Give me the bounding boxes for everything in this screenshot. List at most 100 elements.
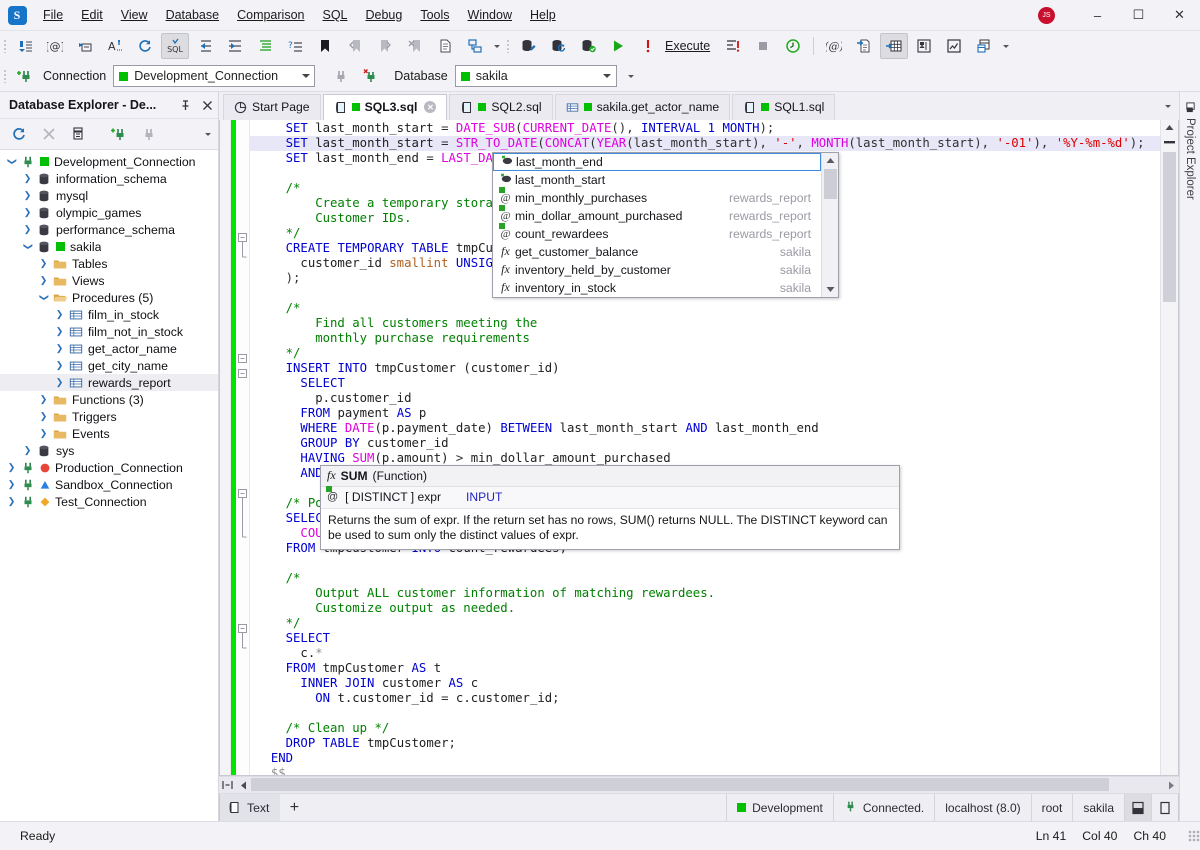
stop-icon[interactable] <box>749 33 777 59</box>
code-line[interactable]: Customize output as needed. <box>250 601 1160 616</box>
menu-item-debug[interactable]: Debug <box>357 5 412 25</box>
refresh-icon[interactable] <box>4 121 34 147</box>
results-settings-icon[interactable] <box>910 33 938 59</box>
at-variable-icon[interactable]: [@] <box>41 33 69 59</box>
tab-list-chevron-icon[interactable] <box>1161 99 1175 115</box>
autocomplete-item[interactable]: last_month_start <box>493 171 821 189</box>
tree-item[interactable]: ❯ sys <box>0 442 218 459</box>
tree-item[interactable]: ❯ Views <box>0 272 218 289</box>
tree-item[interactable]: ❯ performance_schema <box>0 221 218 238</box>
status-database[interactable]: sakila <box>1072 794 1124 821</box>
toolbar-overflow-chevron-icon[interactable] <box>490 34 503 58</box>
status-connection-name[interactable]: Development <box>726 794 833 821</box>
tree-item[interactable]: ❯ mysql <box>0 187 218 204</box>
menu-item-comparison[interactable]: Comparison <box>228 5 313 25</box>
chevron-right-icon[interactable]: ❯ <box>36 408 51 425</box>
connection-toolbar-overflow-icon[interactable] <box>625 64 638 88</box>
autocomplete-scroll-up-icon[interactable] <box>822 153 838 168</box>
code-line[interactable]: DROP TABLE tmpCustomer; <box>250 736 1160 751</box>
hscroll-thumb[interactable] <box>251 778 1109 791</box>
menu-item-database[interactable]: Database <box>157 5 229 25</box>
tree-item[interactable]: ❯ Tables <box>0 255 218 272</box>
new-connection-icon[interactable] <box>104 121 134 147</box>
validate-sql-icon[interactable]: SQL <box>161 33 189 59</box>
explorer-overflow-chevron-icon[interactable] <box>198 121 218 147</box>
database-check-icon[interactable] <box>574 33 602 59</box>
code-line[interactable]: GROUP BY customer_id <box>250 436 1160 451</box>
code-line[interactable]: WHERE DATE(p.payment_date) BETWEEN last_… <box>250 421 1160 436</box>
database-tree[interactable]: ❯ Development_Connection ❯ information_sche… <box>0 150 218 821</box>
connection-chevron-down-icon[interactable] <box>297 67 314 85</box>
menu-item-edit[interactable]: Edit <box>72 5 112 25</box>
chevron-right-icon[interactable]: ❯ <box>36 391 51 408</box>
code-line[interactable] <box>250 556 1160 571</box>
editor-tab[interactable]: Start Page <box>223 93 321 120</box>
autocomplete-item[interactable]: @ count_rewardees rewards_report <box>493 222 821 243</box>
split-horizontal-icon[interactable] <box>1124 794 1151 821</box>
new-connection-icon[interactable] <box>11 63 39 89</box>
execute-warning-icon[interactable] <box>634 33 662 59</box>
connection-toolbar-grip[interactable] <box>0 61 10 91</box>
toolbar-grip-2[interactable] <box>503 31 513 61</box>
reconnect-icon[interactable] <box>357 63 385 89</box>
menu-item-help[interactable]: Help <box>521 5 565 25</box>
comment-lines-icon[interactable]: ? <box>281 33 309 59</box>
chevron-right-icon[interactable]: ❯ <box>4 476 19 493</box>
tree-item[interactable]: ❯ Triggers <box>0 408 218 425</box>
database-refresh-icon[interactable] <box>544 33 572 59</box>
insert-snippet-icon[interactable] <box>11 33 39 59</box>
refresh-icon[interactable] <box>131 33 159 59</box>
chevron-right-icon[interactable]: ❯ <box>36 255 51 272</box>
code-line[interactable]: SET last_month_start = STR_TO_DATE(CONCA… <box>250 135 1160 151</box>
autocomplete-item[interactable]: fx get_customer_balance sakila <box>493 243 821 261</box>
grid-results-icon[interactable] <box>880 33 909 59</box>
goto-definition-icon[interactable] <box>71 33 99 59</box>
code-line[interactable]: */ <box>250 346 1160 361</box>
tree-item[interactable]: ❯ get_actor_name <box>0 340 218 357</box>
chevron-right-icon[interactable]: ❯ <box>52 340 67 357</box>
new-document-icon[interactable] <box>431 33 459 59</box>
resize-grip[interactable] <box>1188 830 1200 842</box>
outdent-icon[interactable] <box>191 33 219 59</box>
close-icon[interactable] <box>196 93 218 117</box>
autocomplete-item[interactable]: last_month_end <box>493 152 821 171</box>
tree-item[interactable]: ❯ Functions (3) <box>0 391 218 408</box>
code-line[interactable]: c.* <box>250 646 1160 661</box>
format-sql-icon[interactable] <box>251 33 279 59</box>
code-line[interactable]: ON t.customer_id = c.customer_id; <box>250 691 1160 706</box>
chevron-right-icon[interactable]: ❯ <box>52 323 67 340</box>
chevron-down-icon[interactable]: ❯ <box>4 153 19 170</box>
tree-item[interactable]: ❯ Events <box>0 425 218 442</box>
tree-item[interactable]: ❯ Development_Connection <box>0 153 218 170</box>
tree-item[interactable]: ❯ sakila <box>0 238 218 255</box>
tree-item[interactable]: ❯ film_not_in_stock <box>0 323 218 340</box>
database-edit-icon[interactable] <box>514 33 542 59</box>
chevron-right-icon[interactable]: ❯ <box>4 493 19 510</box>
database-select[interactable]: sakila <box>454 65 617 87</box>
code-line[interactable] <box>250 706 1160 721</box>
results-overflow-chevron-icon[interactable] <box>999 34 1012 58</box>
minimize-button[interactable]: – <box>1077 0 1118 30</box>
split-vertical-icon[interactable] <box>1151 794 1178 821</box>
code-line[interactable]: SET last_month_start = DATE_SUB(CURRENT_… <box>250 121 1160 136</box>
autocomplete-scroll-down-icon[interactable] <box>822 282 838 297</box>
chevron-right-icon[interactable]: ❯ <box>52 357 67 374</box>
scroll-split-icon[interactable] <box>1161 135 1178 150</box>
export-results-icon[interactable] <box>970 33 998 59</box>
code-line[interactable]: Find all customers meeting the <box>250 316 1160 331</box>
autocomplete-item[interactable]: fx inventory_held_by_customer sakila <box>493 261 821 279</box>
hscroll-right-icon[interactable] <box>1163 777 1179 793</box>
menu-item-tools[interactable]: Tools <box>411 5 458 25</box>
editor-tab[interactable]: SQL3.sql ✕ <box>322 93 448 120</box>
tree-item[interactable]: ❯ film_in_stock <box>0 306 218 323</box>
menu-item-file[interactable]: File <box>34 5 72 25</box>
toolbar-grip[interactable] <box>0 31 10 61</box>
disconnect-icon[interactable] <box>327 63 355 89</box>
editor-scroll-thumb[interactable] <box>1163 151 1176 302</box>
editor-vertical-scrollbar[interactable] <box>1160 119 1178 775</box>
indent-icon[interactable] <box>221 33 249 59</box>
tree-item[interactable]: ❯ olympic_games <box>0 204 218 221</box>
chevron-right-icon[interactable]: ❯ <box>20 170 35 187</box>
connection-select[interactable]: Development_Connection <box>113 65 316 87</box>
parameters-icon[interactable]: (@) <box>820 33 848 59</box>
